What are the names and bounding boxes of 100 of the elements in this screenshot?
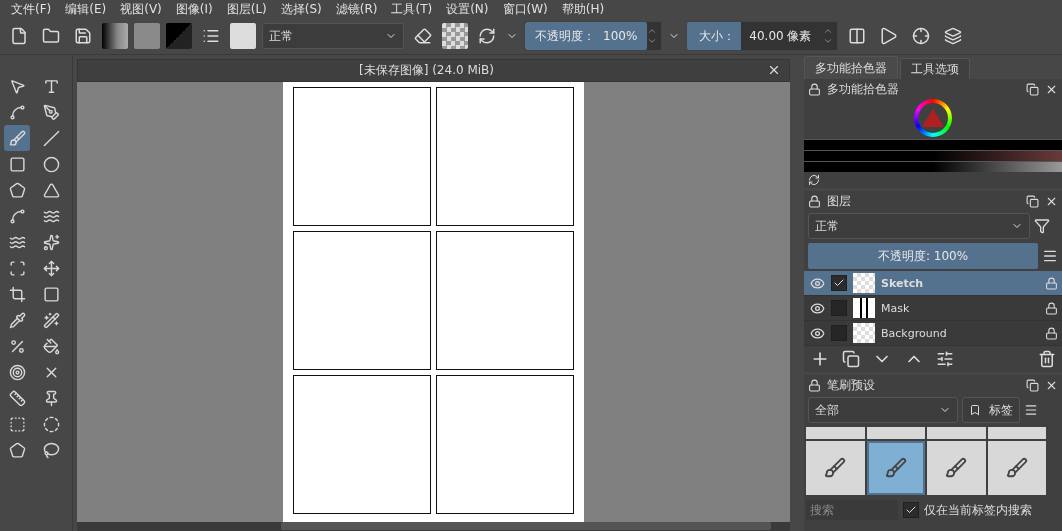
eye-icon[interactable]	[810, 275, 825, 291]
layer-checkbox[interactable]	[831, 325, 847, 341]
lock-icon[interactable]	[1045, 276, 1058, 290]
float-icon[interactable]	[1026, 378, 1039, 392]
refresh-icon[interactable]	[808, 174, 820, 186]
menu-icon[interactable]	[1042, 248, 1058, 264]
layer-row[interactable]: Background	[804, 321, 1062, 346]
pen-nib-icon	[42, 103, 60, 121]
rectangle-icon	[8, 155, 26, 173]
docker-tab[interactable]: 工具选项	[900, 58, 970, 79]
brush-preset[interactable]	[987, 441, 1046, 495]
color-bar[interactable]	[804, 150, 1062, 161]
lock-icon[interactable]	[808, 82, 821, 96]
percent-icon	[8, 337, 26, 355]
ruler-icon	[8, 389, 26, 407]
layer-thumbnail	[853, 273, 875, 293]
float-icon[interactable]	[1026, 82, 1039, 96]
line-icon	[42, 129, 60, 147]
lock-icon[interactable]	[808, 194, 821, 208]
color-swatch[interactable]	[166, 23, 192, 49]
panel-title: 笔刷预设	[827, 376, 876, 394]
checkmark-icon	[905, 504, 917, 516]
menu-item[interactable]: 图像(I)	[168, 0, 220, 18]
lock-icon[interactable]	[1045, 326, 1058, 340]
dashed-circle-icon	[42, 415, 60, 433]
layer-row[interactable]: Sketch	[804, 271, 1062, 296]
brush-preset-swatch[interactable]	[230, 23, 256, 49]
eyedropper-icon	[8, 311, 26, 329]
list-icon	[202, 27, 220, 45]
pointer-icon	[8, 77, 26, 95]
move-icon	[42, 259, 60, 277]
brush-icon	[8, 129, 26, 147]
menu-item[interactable]: 文件(F)	[4, 0, 59, 18]
menu-item[interactable]: 视图(V)	[113, 0, 169, 18]
horizontal-scrollbar[interactable]	[77, 521, 790, 531]
menu-item[interactable]: 编辑(E)	[58, 0, 114, 18]
lock-icon[interactable]	[808, 378, 821, 392]
pattern-swatch[interactable]	[134, 23, 160, 49]
text-icon	[42, 77, 60, 95]
duplicate-icon[interactable]	[842, 350, 860, 368]
eraser-icon	[414, 27, 432, 45]
delete-icon[interactable]	[1038, 350, 1056, 368]
save-icon	[74, 27, 92, 45]
columns-icon	[848, 27, 867, 45]
ellipse-icon	[42, 155, 60, 173]
blend-mode-dropdown[interactable]: 正常	[808, 213, 1030, 239]
frame-icon	[8, 259, 26, 277]
filter-dropdown[interactable]: 全部	[808, 397, 958, 423]
docker-tab[interactable]: 多功能拾色器	[804, 56, 898, 79]
tool-button[interactable]	[4, 125, 30, 151]
properties-icon[interactable]	[936, 350, 954, 368]
opacity-slider[interactable]: 不透明度： 100%	[525, 22, 648, 50]
size-label: 大小：	[687, 22, 742, 50]
color-bar[interactable]	[804, 161, 1062, 172]
dashed-rectangle-icon	[8, 415, 26, 433]
brush-preset[interactable]	[866, 441, 925, 495]
brush-icon	[945, 457, 968, 479]
menu-item[interactable]: 工具(T)	[384, 0, 440, 18]
document-title: [未保存图像] (24.0 MiB)	[359, 61, 494, 79]
layer-checkbox[interactable]	[831, 275, 847, 291]
layer-name: Mask	[881, 301, 911, 315]
checkbox[interactable]	[903, 502, 919, 518]
square-icon	[42, 285, 60, 303]
layers-icon	[944, 27, 963, 45]
polygon-icon	[8, 441, 26, 459]
float-icon[interactable]	[1026, 194, 1039, 208]
menu-item[interactable]: 设置(N)	[439, 0, 496, 18]
filter-icon[interactable]	[1034, 218, 1050, 234]
brush-preset[interactable]	[927, 441, 986, 495]
menu-icon[interactable]	[1024, 403, 1038, 417]
layer-checkbox[interactable]	[831, 300, 847, 316]
color-wheel[interactable]	[914, 99, 952, 137]
brush-icon	[1005, 457, 1028, 479]
menu-item[interactable]: 滤镜(R)	[328, 0, 385, 18]
opacity-label: 不透明度：	[535, 27, 595, 45]
lasso-icon	[42, 441, 60, 459]
opacity-slider[interactable]: 不透明度: 100%	[808, 243, 1038, 269]
eye-icon[interactable]	[810, 300, 825, 316]
layer-row[interactable]: Mask	[804, 296, 1062, 321]
curve-icon	[8, 103, 26, 121]
triangle-icon	[880, 27, 899, 45]
tag-button[interactable]: 标签	[962, 397, 1020, 423]
checker-swatch[interactable]	[442, 23, 468, 49]
color-bar[interactable]	[804, 139, 1062, 150]
menu-item[interactable]: 窗口(W)	[495, 0, 555, 18]
checkmark-icon	[833, 277, 845, 289]
gradient-swatch[interactable]	[102, 23, 128, 49]
triangle-icon	[42, 181, 60, 199]
size-value[interactable]: 40.00 像素	[741, 22, 824, 50]
layer-thumbnail	[853, 298, 875, 318]
opacity-value: 不透明度: 100%	[877, 247, 969, 265]
document-icon	[10, 27, 28, 45]
brush-preset[interactable]	[806, 441, 865, 495]
menu-item[interactable]: 选择(S)	[273, 0, 329, 18]
search-field[interactable]: 搜索	[806, 500, 898, 520]
blend-mode-dropdown[interactable]: 正常	[262, 23, 404, 49]
lock-icon[interactable]	[1045, 301, 1058, 315]
menu-item[interactable]: 帮助(H)	[554, 0, 612, 18]
eye-icon[interactable]	[810, 325, 825, 341]
menu-item[interactable]: 图层(L)	[219, 0, 274, 18]
